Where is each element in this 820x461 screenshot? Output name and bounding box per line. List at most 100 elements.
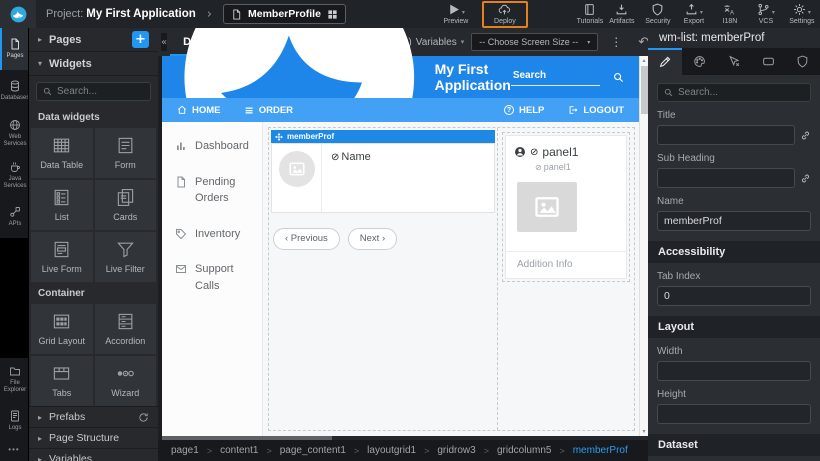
tutorials-button[interactable]: Tutorials — [574, 0, 606, 28]
page-structure-accordion[interactable]: ▸ Page Structure — [29, 427, 158, 448]
tab-devices[interactable] — [751, 48, 785, 75]
vcs-button[interactable]: ▾ VCS — [750, 0, 782, 28]
export-chevron-icon[interactable]: ▾ — [700, 10, 703, 16]
scroll-up-arrow[interactable]: ▴ — [642, 56, 645, 65]
previous-page-button[interactable]: ‹ Previous — [273, 228, 340, 250]
project-label: Project: — [46, 8, 83, 20]
image-placeholder[interactable] — [517, 182, 577, 232]
name-input[interactable] — [657, 211, 811, 231]
settings-button[interactable]: ▾ Settings — [786, 0, 818, 28]
image-placeholder-circle[interactable] — [279, 151, 315, 187]
scroll-down-arrow[interactable]: ▾ — [642, 427, 645, 436]
bar-chart-icon — [175, 140, 187, 152]
tile-label: Grid Layout — [38, 336, 85, 346]
widget-tile-grid-layout[interactable]: Grid Layout — [31, 304, 93, 354]
rail-item-web-services[interactable]: Web Services — [0, 112, 28, 154]
deploy-button[interactable]: Deploy — [489, 3, 521, 26]
canvas-nav-order[interactable]: ≡ ORDER — [245, 104, 294, 117]
wavemaker-logo[interactable] — [0, 0, 36, 28]
breadcrumb-item[interactable]: gridcolumn5 — [497, 445, 551, 456]
prefabs-accordion[interactable]: ▸ Prefabs — [29, 406, 158, 427]
i18n-button[interactable]: A I18N — [714, 0, 746, 28]
export-button[interactable]: ▾ Export — [678, 0, 710, 28]
add-page-button[interactable]: + — [132, 31, 149, 48]
rail-item-databases[interactable]: Databases — [0, 70, 28, 112]
breadcrumb-item[interactable]: layoutgrid1 — [367, 445, 416, 456]
vertical-scroll-thumb[interactable] — [641, 66, 648, 114]
nav-label: ORDER — [259, 105, 293, 116]
tab-security[interactable] — [786, 48, 820, 75]
widget-tile-data-table[interactable]: Data Table — [31, 128, 93, 178]
widget-tile-form[interactable]: Form — [95, 128, 157, 178]
list-item-template[interactable]: ⊘ Name — [271, 143, 495, 213]
tab-events[interactable] — [717, 48, 751, 75]
menu-item-pending-orders[interactable]: Pending Orders — [175, 174, 258, 207]
bind-link-icon[interactable] — [800, 173, 811, 184]
properties-search-input[interactable] — [678, 87, 804, 98]
rail-item-apis[interactable]: APIs — [0, 196, 28, 238]
menu-item-inventory[interactable]: Inventory — [175, 226, 258, 243]
vcs-chevron-icon[interactable]: ▾ — [772, 10, 775, 16]
artifacts-button[interactable]: Artifacts — [606, 0, 638, 28]
canvas-search-field[interactable]: Search — [511, 68, 600, 86]
pages-accordion[interactable]: ▸ Pages + — [29, 28, 158, 52]
widget-tile-accordion[interactable]: Accordion — [95, 304, 157, 354]
widget-tile-list[interactable]: List — [31, 180, 93, 230]
widgets-accordion[interactable]: ▾ Widgets — [29, 52, 158, 76]
breadcrumb-item[interactable]: gridrow3 — [437, 445, 475, 456]
canvas-vertical-scrollbar[interactable]: ▴ ▾ — [639, 56, 648, 436]
breadcrumb-item-active[interactable]: memberProf — [573, 445, 628, 456]
screen-size-select[interactable]: -- Choose Screen Size -- ▾ — [471, 33, 598, 51]
canvas-search-icon[interactable] — [613, 72, 624, 83]
horizontal-scroll-thumb[interactable] — [162, 436, 332, 440]
tab-styles[interactable] — [682, 48, 716, 75]
next-page-button[interactable]: Next › — [348, 228, 397, 250]
subheading-input[interactable] — [657, 168, 795, 188]
canvas-nav-home[interactable]: HOME — [177, 105, 221, 116]
settings-chevron-icon[interactable]: ▾ — [808, 10, 811, 16]
rail-item-java-services[interactable]: Java Services — [0, 154, 28, 196]
breadcrumb-item[interactable]: content1 — [220, 445, 258, 456]
preview-chevron-icon[interactable]: ▾ — [462, 10, 465, 16]
widget-tile-wizard[interactable]: Wizard — [95, 356, 157, 406]
widget-tile-live-filter[interactable]: Live Filter — [95, 232, 157, 282]
grid-cell-panel: ⊘ panel1 ⊘ panel1 — [498, 128, 634, 430]
widget-tile-cards[interactable]: Cards — [95, 180, 157, 230]
rail-item-pages[interactable]: Pages — [0, 28, 28, 70]
canvas-horizontal-scrollbar[interactable] — [162, 436, 648, 440]
rail-item-file-explorer[interactable]: File Explorer — [0, 358, 28, 400]
height-input[interactable] — [657, 404, 811, 424]
security-button[interactable]: Security — [642, 0, 674, 28]
palette-search-input[interactable] — [57, 86, 144, 97]
page-grid-icon[interactable] — [327, 9, 338, 20]
refresh-icon[interactable] — [138, 412, 149, 423]
rail-more-button[interactable]: ••• — [0, 442, 28, 461]
breadcrumb-item[interactable]: page1 — [171, 445, 199, 456]
properties-searchbox[interactable] — [657, 83, 811, 102]
selected-widget-header[interactable]: memberProf — [271, 130, 495, 143]
more-options-button[interactable]: ⋮ — [605, 35, 627, 49]
widget-tile-tabs[interactable]: Tabs — [31, 356, 93, 406]
widget-tile-live-form[interactable]: Live Form — [31, 232, 93, 282]
palette-searchbox[interactable] — [36, 82, 151, 101]
tab-properties[interactable] — [648, 48, 682, 75]
menu-item-dashboard[interactable]: Dashboard — [175, 138, 258, 155]
variables-accordion[interactable]: ▸ Variables — [29, 448, 158, 461]
name-field-label[interactable]: Name — [341, 151, 370, 163]
breadcrumb-item[interactable]: page_content1 — [280, 445, 346, 456]
panel1-widget[interactable]: ⊘ panel1 ⊘ panel1 — [505, 135, 627, 279]
width-input[interactable] — [657, 361, 811, 381]
preview-button[interactable]: ▾ Preview — [440, 0, 472, 28]
menu-item-support-calls[interactable]: Support Calls — [175, 261, 258, 294]
canvas-nav-logout[interactable]: LOGOUT — [568, 105, 624, 116]
rail-item-logs[interactable]: Logs — [0, 400, 28, 442]
page-selector[interactable]: MemberProfile — [223, 4, 346, 24]
collapse-left-panel-button[interactable]: « — [161, 33, 167, 51]
move-icon[interactable] — [275, 133, 283, 141]
canvas-nav-help[interactable]: ? HELP — [504, 105, 544, 116]
title-input[interactable] — [657, 125, 795, 145]
picture-icon — [288, 160, 306, 178]
bind-link-icon[interactable] — [800, 130, 811, 141]
triangle-right-icon: ▸ — [38, 35, 42, 44]
tabindex-input[interactable] — [657, 286, 811, 306]
